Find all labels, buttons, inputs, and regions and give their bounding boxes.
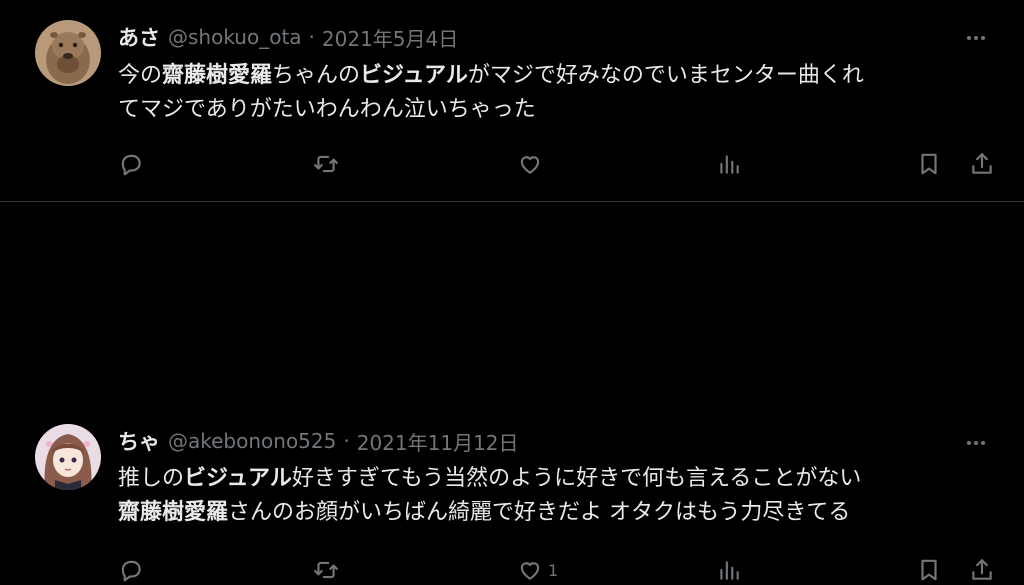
retweet-icon (314, 155, 338, 173)
tweet-text-segment: 好きすぎてもう当然のように好きで何も言えることがない (291, 466, 862, 491)
more-options-icon[interactable] (964, 431, 988, 455)
views-button[interactable] (716, 555, 742, 585)
tweet-text-highlight: 齋藤樹愛羅 (162, 63, 273, 88)
reply-button[interactable] (118, 555, 149, 585)
tweet-text: 今の齋藤樹愛羅ちゃんのビジュアルがマジで好みなのでいまセンター曲くれ てマジであ… (118, 59, 998, 127)
reply-button[interactable] (118, 149, 149, 179)
share-button[interactable] (969, 555, 995, 585)
tweet-header: ちゃ @akebonono525 · 2021年11月12日 (118, 426, 519, 456)
display-name[interactable]: あさ (118, 22, 160, 52)
tweet-actions (116, 149, 1006, 179)
views-icon (720, 155, 739, 174)
reply-icon (121, 560, 141, 582)
share-icon (972, 153, 992, 174)
tweet-text-segment: さんのお顔がいちばん綺麗で好きだよ オタクはもう力尽きてる (228, 500, 851, 525)
bookmark-button[interactable] (916, 555, 942, 585)
share-icon (972, 559, 992, 580)
views-icon (720, 561, 739, 580)
tweet[interactable]: ちゃ @akebonono525 · 2021年11月12日 推しのビジュアル好… (0, 202, 1024, 582)
retweet-icon (314, 561, 338, 579)
views-button[interactable] (716, 149, 742, 179)
tweet-text-highlight: ビジュアル (360, 63, 468, 88)
share-button[interactable] (969, 149, 995, 179)
retweet-button[interactable] (313, 555, 344, 585)
tweet-text: 推しのビジュアル好きすぎてもう当然のように好きで何も言えることがない 齋藤樹愛羅… (118, 462, 998, 530)
like-icon (520, 562, 540, 580)
tweet-text-segment: ちゃんの (272, 63, 361, 88)
tweet[interactable]: あさ @shokuo_ota · 2021年5月4日 今の齋藤樹愛羅ちゃんのビジ… (0, 0, 1024, 202)
avatar[interactable] (35, 424, 101, 490)
tweet-text-highlight: ビジュアル (184, 466, 292, 491)
avatar[interactable] (35, 20, 101, 86)
user-handle[interactable]: @akebonono525 (168, 429, 336, 453)
tweet-date[interactable]: 2021年5月4日 (322, 23, 458, 52)
bookmark-icon (921, 153, 937, 175)
tweet-header: あさ @shokuo_ota · 2021年5月4日 (118, 22, 458, 52)
bookmark-icon (921, 559, 937, 581)
avatar-anime-girl-icon (35, 424, 101, 490)
like-button[interactable] (517, 149, 548, 179)
reply-icon (121, 154, 141, 176)
tweet-text-segment: 推しの (118, 466, 185, 491)
avatar-capybara-icon (35, 20, 101, 86)
tweet-text-segment: 今の (118, 63, 163, 88)
tweet-actions: 1 (116, 555, 1006, 585)
retweet-button[interactable] (313, 149, 344, 179)
tweet-date[interactable]: 2021年11月12日 (357, 427, 519, 456)
user-handle[interactable]: @shokuo_ota (168, 25, 302, 49)
like-count: 1 (548, 560, 559, 580)
like-button[interactable]: 1 (517, 555, 558, 585)
display-name[interactable]: ちゃ (118, 426, 160, 456)
bookmark-button[interactable] (916, 149, 942, 179)
separator-dot: · (308, 25, 315, 49)
separator-dot: · (343, 429, 350, 453)
like-icon (520, 156, 540, 174)
more-options-icon[interactable] (964, 26, 988, 50)
tweet-text-highlight: 齋藤樹愛羅 (118, 500, 229, 525)
